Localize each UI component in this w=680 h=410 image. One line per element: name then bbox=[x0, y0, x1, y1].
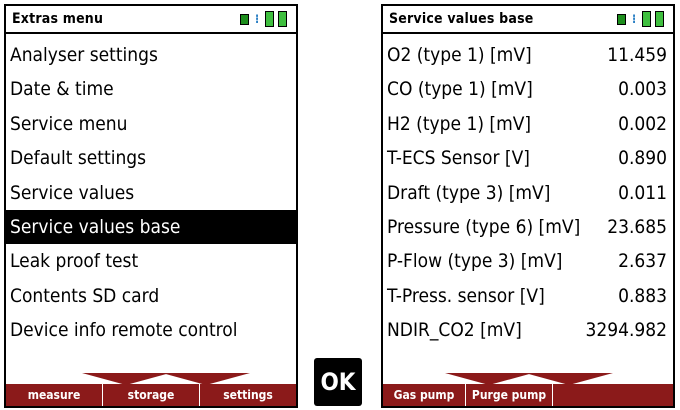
extras-menu-screen: Extras menu ⁝ Analyser settings Date & ti… bbox=[4, 4, 298, 408]
menu-item[interactable]: Contents SD card bbox=[6, 279, 296, 313]
menu-item[interactable]: Analyser settings bbox=[6, 38, 296, 72]
menu-item[interactable]: Default settings bbox=[6, 141, 296, 175]
softkey-bar: Gas pump Purge pump bbox=[383, 384, 673, 406]
value-reading: 0.003 bbox=[618, 78, 667, 101]
value-row: Draft (type 3) [mV] 0.011 bbox=[383, 176, 673, 210]
value-row: CO (type 1) [mV] 0.003 bbox=[383, 72, 673, 106]
value-reading: 3294.982 bbox=[585, 319, 667, 342]
value-label: P-Flow (type 3) [mV] bbox=[387, 250, 563, 273]
screen-title: Service values base bbox=[389, 11, 534, 27]
value-label: Draft (type 3) [mV] bbox=[387, 181, 551, 204]
value-label: CO (type 1) [mV] bbox=[387, 78, 533, 101]
service-values-base-screen: Service values base ⁝ O2 (type 1) [mV] 11… bbox=[381, 4, 675, 408]
value-reading: 0.002 bbox=[618, 112, 667, 135]
value-row: NDIR_CO2 [mV] 3294.982 bbox=[383, 313, 673, 347]
value-reading: 0.883 bbox=[618, 284, 667, 307]
ok-button[interactable]: OK bbox=[314, 358, 362, 406]
title-bar: Extras menu ⁝ bbox=[6, 6, 296, 34]
menu-item[interactable]: Service values base bbox=[6, 209, 296, 245]
wireless-signal-icon: ⁝ bbox=[631, 12, 637, 26]
menu-item[interactable]: Service menu bbox=[6, 107, 296, 141]
value-label: T-Press. sensor [V] bbox=[387, 284, 545, 307]
menu-item[interactable]: Date & time bbox=[6, 72, 296, 106]
status-icons: ⁝ bbox=[240, 11, 292, 27]
value-row: H2 (type 1) [mV] 0.002 bbox=[383, 107, 673, 141]
value-label: NDIR_CO2 [mV] bbox=[387, 319, 522, 342]
battery-icon bbox=[278, 11, 287, 27]
device-status-icon bbox=[240, 14, 249, 25]
value-row: Pressure (type 6) [mV] 23.685 bbox=[383, 210, 673, 244]
menu-item[interactable]: Leak proof test bbox=[6, 244, 296, 278]
softkey-storage[interactable]: storage bbox=[103, 384, 200, 406]
softkey-purge-pump[interactable]: Purge pump bbox=[466, 384, 553, 406]
value-reading: 0.890 bbox=[618, 147, 667, 170]
title-bar: Service values base ⁝ bbox=[383, 6, 673, 34]
menu-item[interactable]: Service values bbox=[6, 176, 296, 210]
softkey-bar: measure storage settings bbox=[6, 384, 296, 406]
value-reading: 2.637 bbox=[618, 250, 667, 273]
menu-list: Analyser settings Date & time Service menu… bbox=[6, 38, 296, 348]
battery-icon bbox=[655, 11, 664, 27]
battery-icon bbox=[265, 11, 274, 27]
screen-title: Extras menu bbox=[12, 11, 104, 27]
value-reading: 11.459 bbox=[607, 44, 667, 66]
value-label: T-ECS Sensor [V] bbox=[387, 147, 530, 170]
value-label: Pressure (type 6) [mV] bbox=[387, 215, 581, 238]
value-row: O2 (type 1) [mV] 11.459 bbox=[383, 38, 673, 72]
value-row: P-Flow (type 3) [mV] 2.637 bbox=[383, 244, 673, 278]
status-icons: ⁝ bbox=[617, 11, 669, 27]
device-status-icon bbox=[617, 14, 626, 25]
menu-item[interactable]: Device info remote control bbox=[6, 313, 296, 347]
softkey-settings[interactable]: settings bbox=[200, 384, 296, 406]
wireless-signal-icon: ⁝ bbox=[254, 12, 260, 26]
value-label: O2 (type 1) [mV] bbox=[387, 44, 532, 66]
value-label: H2 (type 1) [mV] bbox=[387, 112, 532, 135]
battery-icon bbox=[642, 11, 651, 27]
value-reading: 23.685 bbox=[607, 215, 667, 238]
softkey-gas-pump[interactable]: Gas pump bbox=[383, 384, 466, 406]
value-reading: 0.011 bbox=[618, 181, 667, 204]
softkey-measure[interactable]: measure bbox=[6, 384, 103, 406]
values-list: O2 (type 1) [mV] 11.459 CO (type 1) [mV] 0.… bbox=[383, 38, 673, 348]
softkey-empty[interactable] bbox=[553, 384, 673, 406]
value-row: T-Press. sensor [V] 0.883 bbox=[383, 279, 673, 313]
value-row: T-ECS Sensor [V] 0.890 bbox=[383, 141, 673, 175]
